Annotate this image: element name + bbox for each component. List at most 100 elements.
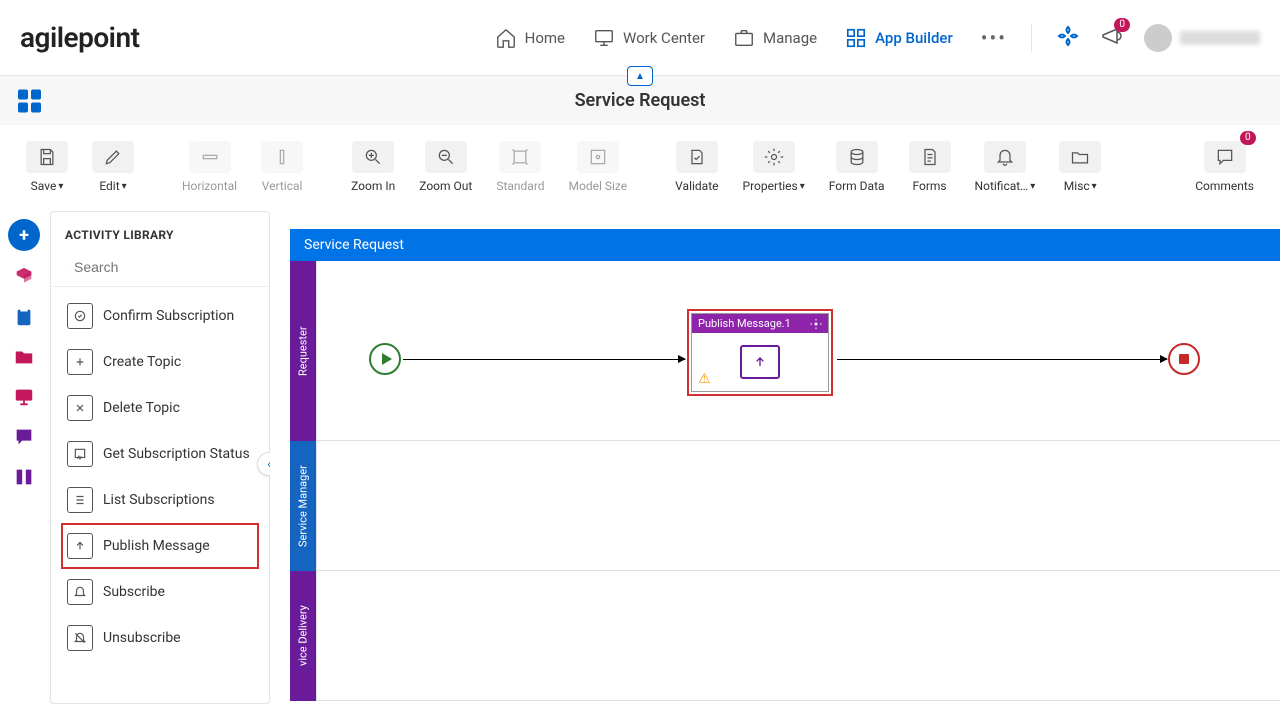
chat-icon — [1215, 147, 1235, 167]
notifications-tool-button[interactable]: Notificat…▾ — [965, 133, 1046, 197]
search-input[interactable] — [74, 259, 255, 275]
library-items: Confirm Subscription Create Topic Delete… — [51, 287, 269, 703]
username — [1180, 31, 1260, 45]
start-node[interactable] — [369, 343, 401, 375]
lib-item-confirm-subscription[interactable]: Confirm Subscription — [61, 293, 259, 339]
avatar — [1144, 24, 1172, 52]
bell-icon — [995, 147, 1015, 167]
lane-label-service-manager[interactable]: Service Manager — [290, 441, 316, 571]
save-button[interactable]: Save▾ — [16, 133, 78, 197]
forms-button[interactable]: Forms — [899, 133, 961, 197]
rail-clipboard-icon[interactable] — [10, 303, 38, 331]
header-spinner-icon[interactable] — [1056, 24, 1080, 52]
vertical-button[interactable]: Vertical — [251, 133, 313, 197]
lib-item-publish-message[interactable]: Publish Message — [61, 523, 259, 569]
process-title-bar: Service Request — [290, 229, 1280, 261]
end-node[interactable] — [1168, 343, 1200, 375]
nav-work-center-label: Work Center — [623, 29, 705, 47]
rail-chat-icon[interactable] — [10, 423, 38, 451]
zoom-in-button[interactable]: Zoom In — [341, 133, 405, 197]
nav-manage[interactable]: Manage — [733, 27, 817, 49]
edge-activity-to-end — [837, 359, 1167, 360]
collapse-up-button[interactable]: ▲ — [627, 66, 653, 86]
nav-app-builder-label: App Builder — [875, 29, 953, 47]
lane-label-service-delivery[interactable]: vice Delivery — [290, 571, 316, 701]
gear-icon[interactable] — [810, 318, 822, 330]
lane-body-service-manager[interactable] — [316, 441, 1280, 571]
comments-button[interactable]: 0 Comments — [1185, 133, 1264, 197]
vertical-icon — [272, 147, 292, 167]
lane-body-service-delivery[interactable] — [316, 571, 1280, 701]
warning-icon: ⚠ — [698, 371, 711, 387]
main-area: + ACTIVITY LIBRARY Confirm Subscription … — [0, 209, 1280, 704]
process-canvas[interactable]: Service Request Requester Publish Messag… — [270, 209, 1280, 704]
activity-publish-message[interactable]: Publish Message.1 ⚠ — [687, 309, 833, 396]
form-data-button[interactable]: Form Data — [819, 133, 895, 197]
lane-label-requester[interactable]: Requester — [290, 261, 316, 441]
lane-service-manager: Service Manager — [290, 441, 1280, 571]
user-menu[interactable] — [1144, 24, 1260, 52]
rail-folder-icon[interactable] — [10, 343, 38, 371]
lib-item-list-subscriptions[interactable]: List Subscriptions — [61, 477, 259, 523]
zoom-out-icon — [436, 147, 456, 167]
nav-more-button[interactable]: ••• — [981, 26, 1007, 50]
activity-title-label: Publish Message.1 — [698, 317, 791, 330]
nav-manage-label: Manage — [763, 29, 817, 47]
home-icon — [495, 27, 517, 49]
gear-icon — [764, 147, 784, 167]
comments-badge: 0 — [1240, 131, 1256, 145]
zoom-in-icon — [363, 147, 383, 167]
lib-item-get-subscription-status[interactable]: Get Subscription Status — [61, 431, 259, 477]
left-rail: + — [0, 209, 48, 704]
monitor-icon — [593, 27, 615, 49]
rail-cube-icon[interactable] — [10, 263, 38, 291]
apps-grid-icon[interactable] — [18, 89, 41, 112]
toolbar: Save▾ Edit▾ Horizontal Vertical Zoom In … — [0, 125, 1280, 209]
add-button[interactable]: + — [8, 219, 40, 251]
header-right: 0 — [1031, 24, 1260, 52]
validate-button[interactable]: Validate — [665, 133, 728, 197]
edit-icon — [103, 147, 123, 167]
document-icon — [920, 147, 940, 167]
nav-home-label: Home — [525, 29, 565, 47]
lib-item-delete-topic[interactable]: Delete Topic — [61, 385, 259, 431]
model-size-button[interactable]: Model Size — [559, 133, 638, 197]
lane-body-requester[interactable]: Publish Message.1 ⚠ — [316, 261, 1280, 441]
app-logo: agilepoint — [20, 21, 140, 54]
app-header: agilepoint Home Work Center Manage App B… — [0, 0, 1280, 76]
nav-work-center[interactable]: Work Center — [593, 27, 705, 49]
horizontal-button[interactable]: Horizontal — [172, 133, 247, 197]
misc-button[interactable]: Misc▾ — [1049, 133, 1111, 197]
lane-service-delivery: vice Delivery — [290, 571, 1280, 701]
zoom-out-button[interactable]: Zoom Out — [409, 133, 482, 197]
folder-icon — [1070, 147, 1090, 167]
model-size-icon — [588, 147, 608, 167]
lib-item-subscribe[interactable]: Subscribe — [61, 569, 259, 615]
lib-item-create-topic[interactable]: Create Topic — [61, 339, 259, 385]
validate-icon — [687, 147, 707, 167]
main-nav: Home Work Center Manage App Builder ••• — [495, 26, 1007, 50]
notification-badge: 0 — [1114, 18, 1130, 32]
standard-icon — [510, 147, 530, 167]
app-builder-icon — [845, 27, 867, 49]
page-title: Service Request — [575, 90, 706, 111]
lib-item-unsubscribe[interactable]: Unsubscribe — [61, 615, 259, 661]
nav-home[interactable]: Home — [495, 27, 565, 49]
horizontal-icon — [200, 147, 220, 167]
edit-button[interactable]: Edit▾ — [82, 133, 144, 197]
swimlanes: Requester Publish Message.1 ⚠ — [290, 261, 1280, 701]
lane-requester: Requester Publish Message.1 ⚠ — [290, 261, 1280, 441]
activity-library-panel: ACTIVITY LIBRARY Confirm Subscription Cr… — [50, 211, 270, 704]
rail-columns-icon[interactable] — [10, 463, 38, 491]
nav-app-builder[interactable]: App Builder — [845, 27, 953, 49]
search-icon — [65, 258, 66, 276]
properties-button[interactable]: Properties▾ — [733, 133, 815, 197]
page-subheader: ▲ Service Request — [0, 76, 1280, 125]
logo-text: agilepoint — [20, 21, 140, 54]
library-search — [51, 252, 269, 287]
database-icon — [847, 147, 867, 167]
save-icon — [37, 147, 57, 167]
standard-button[interactable]: Standard — [486, 133, 554, 197]
rail-presentation-icon[interactable] — [10, 383, 38, 411]
notifications-button[interactable]: 0 — [1100, 24, 1124, 52]
